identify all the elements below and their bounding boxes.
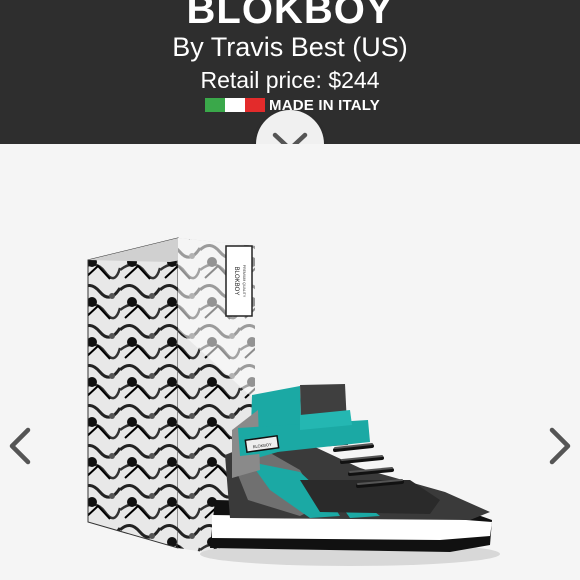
next-image-button[interactable] <box>548 426 572 466</box>
chevron-right-icon <box>549 427 571 465</box>
box-label: BLOKBOY <box>233 267 239 296</box>
product-image: BLOKBOY PREMIUM QUALITY BLOKBOY <box>87 237 500 566</box>
italy-flag-icon <box>205 98 265 112</box>
chevron-left-icon <box>9 427 31 465</box>
product-gallery: BLOKBOY PREMIUM QUALITY BLOKBOY <box>0 144 580 580</box>
previous-image-button[interactable] <box>8 426 32 466</box>
retail-price: Retail price: $244 <box>200 67 380 93</box>
product-title: BLOKBOY <box>186 0 394 32</box>
designer-byline: By Travis Best (US) <box>172 32 408 62</box>
box-sublabel: PREMIUM QUALITY <box>242 265 246 298</box>
